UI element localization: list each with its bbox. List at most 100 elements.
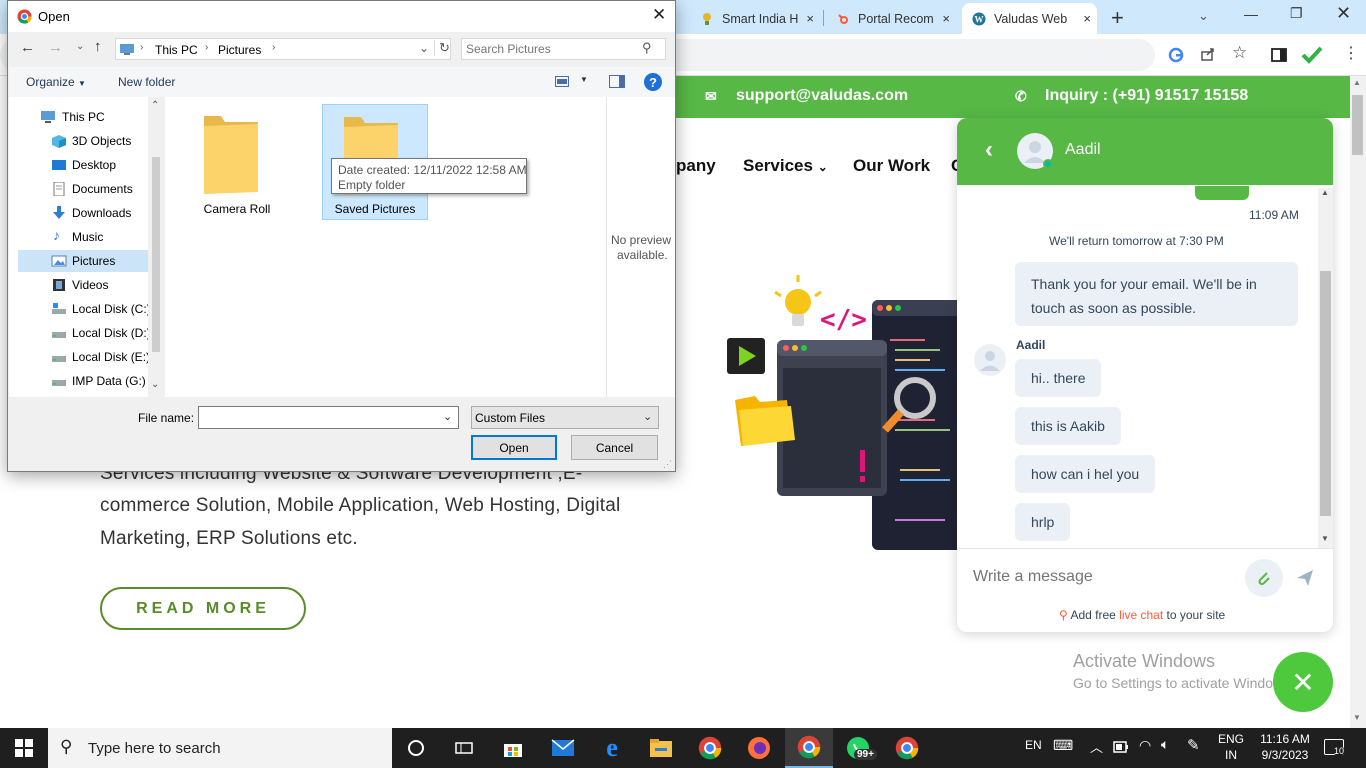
nav-music[interactable]: ♪ Music	[18, 226, 154, 248]
back-arrow-icon[interactable]: ‹	[985, 136, 993, 164]
scroll-up-icon[interactable]: ⌃	[151, 100, 159, 111]
nav-pictures[interactable]: Pictures	[18, 250, 154, 272]
open-button[interactable]: Open	[471, 435, 557, 460]
close-tab-icon[interactable]: ×	[806, 11, 814, 26]
nav-downloads[interactable]: Downloads	[18, 202, 154, 224]
search-box[interactable]: ⚲	[461, 38, 666, 60]
file-type-select[interactable]: Custom Files ⌄	[471, 406, 659, 429]
breadcrumb-pictures[interactable]: Pictures	[218, 43, 261, 57]
file-name-field[interactable]: ⌄	[198, 406, 459, 429]
breadcrumb-this-pc[interactable]: This PC	[155, 43, 198, 57]
pen-icon[interactable]: ✎	[1187, 736, 1200, 754]
preview-pane-icon[interactable]	[609, 75, 625, 88]
system-clock[interactable]: 11:16 AM 9/3/2023	[1250, 732, 1320, 762]
address-breadcrumb[interactable]: › This PC › Pictures › ⌄ ↻	[115, 38, 451, 60]
nav-our-work[interactable]: Our Work	[853, 156, 930, 176]
page-scrollbar[interactable]	[1350, 76, 1366, 728]
share-icon[interactable]	[1200, 46, 1216, 62]
new-folder-button[interactable]: New folder	[118, 75, 175, 89]
organize-button[interactable]: Organize ▼	[26, 75, 86, 89]
send-icon[interactable]	[1296, 569, 1314, 587]
chrome-active-app-button[interactable]	[785, 728, 833, 768]
language-switcher[interactable]: ENG IN	[1215, 732, 1247, 762]
file-explorer-button[interactable]	[637, 728, 685, 768]
search-icon[interactable]: ⚲	[642, 40, 652, 56]
nav-scroll-thumb[interactable]	[152, 157, 160, 352]
nav-imp-data-g[interactable]: IMP Data (G:)	[18, 370, 154, 392]
google-g-icon[interactable]	[1168, 47, 1184, 63]
live-chat-link[interactable]: live chat	[1119, 608, 1163, 622]
wifi-icon[interactable]: ◠	[1139, 737, 1151, 754]
chat-scroll-down-icon[interactable]: ▼	[1321, 534, 1329, 543]
input-language-indicator[interactable]: EN	[1025, 738, 1042, 752]
attach-button[interactable]	[1245, 559, 1283, 597]
chat-scroll-up-icon[interactable]: ▲	[1321, 188, 1329, 197]
nav-local-disk-d[interactable]: Local Disk (D:)	[18, 322, 154, 344]
view-options-icon[interactable]	[555, 76, 569, 87]
restore-icon[interactable]: ❐	[1290, 5, 1303, 22]
up-folder-icon[interactable]: ↑	[94, 38, 102, 55]
scroll-down-arrow-icon[interactable]: ▼	[1353, 713, 1361, 722]
chat-scrollbar-thumb[interactable]	[1320, 271, 1331, 516]
back-icon[interactable]: ←	[20, 39, 35, 56]
tab-valudas-web[interactable]: W Valudas Web ×	[962, 3, 1097, 34]
volume-icon[interactable]: 🔈︎	[1161, 736, 1169, 753]
bookmark-star-icon[interactable]: ☆	[1232, 43, 1247, 63]
task-view-button[interactable]	[440, 728, 488, 768]
tab-search-chevron-icon[interactable]: ⌄	[1198, 8, 1209, 24]
scroll-up-arrow-icon[interactable]: ▲	[1353, 78, 1361, 87]
tab-portal-recom[interactable]: Portal Recom ×	[826, 3, 956, 34]
nav-this-pc[interactable]: This PC	[18, 106, 154, 128]
show-hidden-icons-icon[interactable]: ︿	[1090, 737, 1103, 756]
file-name-input[interactable]	[202, 410, 432, 425]
forward-icon[interactable]: →	[48, 39, 63, 56]
search-input[interactable]	[466, 41, 636, 57]
nav-company[interactable]: pany	[676, 156, 716, 176]
taskbar-search-box[interactable]: ⚲ Type here to search	[48, 728, 392, 768]
dialog-close-icon[interactable]: ✕	[652, 5, 666, 25]
cancel-button[interactable]: Cancel	[571, 435, 658, 460]
battery-icon[interactable]	[1113, 741, 1129, 753]
chat-message-input[interactable]	[965, 562, 1235, 592]
view-dropdown-icon[interactable]: ▼	[580, 75, 588, 84]
close-tab-icon[interactable]: ×	[942, 11, 950, 26]
mail-app-button[interactable]	[539, 728, 587, 768]
store-app-button[interactable]	[489, 728, 537, 768]
scroll-down-icon[interactable]: ⌄	[151, 379, 159, 390]
address-dropdown-icon[interactable]: ⌄	[419, 41, 429, 55]
nav-documents[interactable]: Documents	[18, 178, 154, 200]
folder-camera-roll[interactable]: Camera Roll	[185, 104, 289, 220]
minimize-icon[interactable]: —	[1244, 6, 1258, 22]
edge-app-button[interactable]: e	[588, 728, 636, 768]
browser-menu-icon[interactable]: ⋮	[1343, 43, 1359, 63]
nav-services[interactable]: Services ⌄	[743, 156, 828, 176]
chrome-profile-app-button[interactable]	[883, 728, 931, 768]
extension-check-icon[interactable]	[1301, 46, 1323, 64]
nav-pane-scrollbar[interactable]: ⌃ ⌄	[148, 97, 164, 397]
chrome-app-button[interactable]	[686, 728, 734, 768]
nav-desktop[interactable]: Desktop	[18, 154, 154, 176]
inquiry-phone[interactable]: Inquiry : (+91) 91517 15158	[1045, 87, 1248, 105]
read-more-button[interactable]: READ MORE	[100, 587, 306, 630]
side-panel-icon[interactable]	[1271, 47, 1287, 63]
start-button[interactable]	[0, 728, 48, 768]
refresh-icon[interactable]: ↻	[434, 40, 450, 56]
notification-center-icon[interactable]: 10	[1324, 739, 1346, 756]
resize-grip-icon[interactable]: ⋰	[663, 459, 672, 470]
help-icon[interactable]: ?	[644, 73, 662, 91]
close-tab-icon[interactable]: ×	[1083, 11, 1091, 26]
nav-3d-objects[interactable]: 3D Objects	[18, 130, 154, 152]
tab-smart-india[interactable]: Smart India H ×	[690, 3, 820, 34]
nav-videos[interactable]: Videos	[18, 274, 154, 296]
firefox-app-button[interactable]	[735, 728, 783, 768]
nav-local-disk-e[interactable]: Local Disk (E:)	[18, 346, 154, 368]
file-name-dropdown-icon[interactable]: ⌄	[443, 410, 452, 423]
nav-local-disk-c[interactable]: Local Disk (C:)	[18, 298, 154, 320]
page-scrollbar-thumb[interactable]	[1352, 95, 1363, 155]
keyboard-icon[interactable]: ⌨	[1053, 737, 1073, 754]
new-tab-button[interactable]: +	[1111, 5, 1124, 31]
whatsapp-app-button[interactable]: 99+	[834, 728, 882, 768]
recent-locations-icon[interactable]: ⌄	[76, 41, 84, 52]
cortana-button[interactable]	[392, 728, 440, 768]
support-email[interactable]: support@valudas.com	[736, 87, 908, 105]
